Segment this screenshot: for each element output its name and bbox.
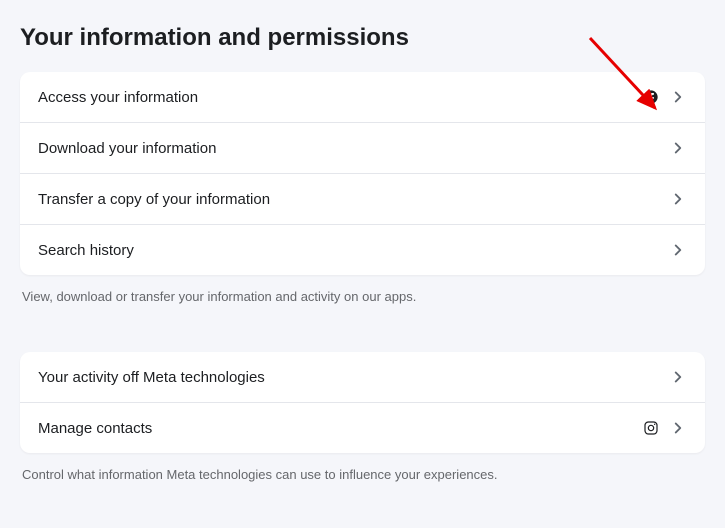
row-manage-contacts[interactable]: Manage contacts <box>20 403 705 453</box>
row-label: Access your information <box>38 89 198 106</box>
row-label: Transfer a copy of your information <box>38 191 270 208</box>
page-title: Your information and permissions <box>20 0 705 72</box>
row-label: Your activity off Meta technologies <box>38 369 265 386</box>
section-activity-card: Your activity off Meta technologies Mana… <box>20 352 705 453</box>
chevron-right-icon <box>669 241 687 259</box>
section1-helper-text: View, download or transfer your informat… <box>20 275 705 304</box>
row-right <box>669 241 687 259</box>
row-label: Download your information <box>38 140 216 157</box>
chevron-right-icon <box>669 190 687 208</box>
row-label: Search history <box>38 242 134 259</box>
settings-page: Your information and permissions Access … <box>0 0 725 482</box>
row-right <box>669 139 687 157</box>
row-right <box>643 419 687 437</box>
row-search-history[interactable]: Search history <box>20 225 705 275</box>
row-label: Manage contacts <box>38 420 152 437</box>
row-transfer-copy[interactable]: Transfer a copy of your information <box>20 174 705 225</box>
row-right <box>669 190 687 208</box>
chevron-right-icon <box>669 88 687 106</box>
row-right <box>669 368 687 386</box>
chevron-right-icon <box>669 368 687 386</box>
section-info-card: Access your information Download your in… <box>20 72 705 275</box>
section-spacer <box>20 304 705 352</box>
row-right <box>643 88 687 106</box>
row-access-your-information[interactable]: Access your information <box>20 72 705 123</box>
facebook-icon <box>643 89 659 105</box>
chevron-right-icon <box>669 139 687 157</box>
row-download-your-information[interactable]: Download your information <box>20 123 705 174</box>
section2-helper-text: Control what information Meta technologi… <box>20 453 705 482</box>
row-activity-off-meta[interactable]: Your activity off Meta technologies <box>20 352 705 403</box>
instagram-icon <box>643 420 659 436</box>
chevron-right-icon <box>669 419 687 437</box>
